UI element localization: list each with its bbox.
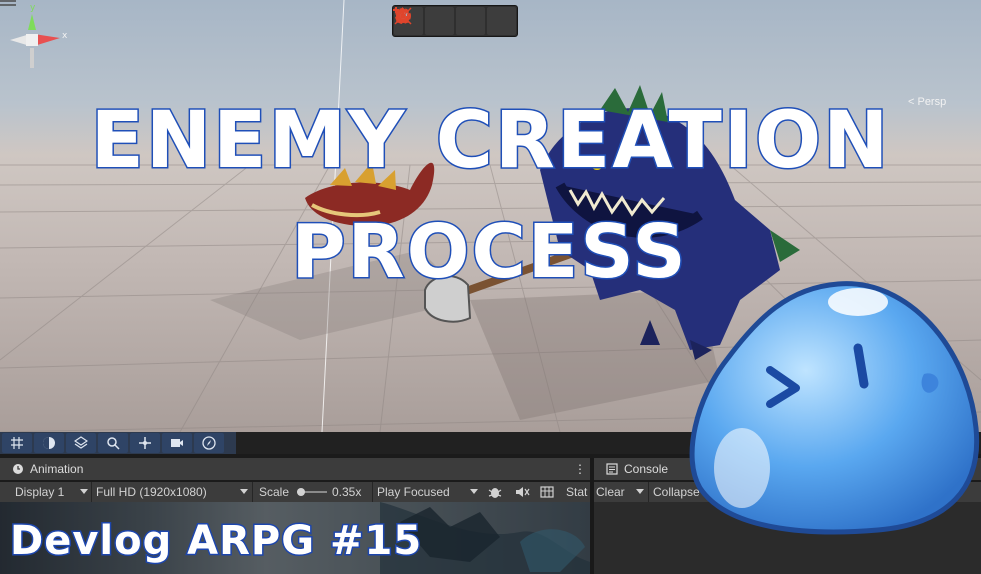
- slime-mascot-image: [689, 281, 980, 535]
- devlog-episode-title: Devlog ARPG #15: [8, 517, 423, 566]
- play-mode-arrow-icon: [470, 489, 478, 494]
- shading-button[interactable]: [34, 433, 64, 453]
- move-tool-button[interactable]: [130, 433, 160, 453]
- grid-toggle-button[interactable]: [2, 433, 32, 453]
- panel-menu-icon[interactable]: ⋮: [574, 462, 586, 476]
- display-dropdown-arrow-icon: [80, 489, 88, 494]
- move-icon: [139, 437, 151, 449]
- clear-dropdown-arrow-icon[interactable]: [636, 489, 644, 494]
- search-icon: [107, 437, 120, 450]
- gizmos-grid-icon[interactable]: [540, 486, 554, 498]
- mute-audio-icon[interactable]: [514, 486, 530, 498]
- scene-overlay-toolbar: [0, 432, 238, 454]
- tab-console-label: Console: [624, 462, 669, 476]
- tab-animation[interactable]: Animation ⋮: [0, 458, 590, 480]
- camera-button[interactable]: [162, 433, 192, 453]
- shading-icon: [43, 437, 55, 449]
- thumbnail-title-line-1: ENEMY CREATION: [89, 95, 891, 188]
- scale-label: Scale: [259, 485, 290, 499]
- stats-button[interactable]: Stat: [566, 485, 587, 499]
- scale-value: 0.35x: [332, 485, 362, 499]
- scale-slider[interactable]: [295, 487, 329, 497]
- search-button[interactable]: [98, 433, 128, 453]
- svg-text:y: y: [30, 3, 36, 13]
- layers-icon: [74, 436, 88, 449]
- tab-animation-label: Animation: [30, 462, 84, 476]
- resolution-dropdown[interactable]: Full HD (1920x1080): [96, 485, 207, 499]
- compass-icon: [202, 436, 216, 450]
- camera-icon: [171, 439, 183, 447]
- grid-icon: [11, 437, 23, 449]
- bug-icon[interactable]: [487, 485, 503, 499]
- clear-button[interactable]: Clear: [596, 485, 625, 499]
- settings-button[interactable]: [395, 7, 454, 35]
- game-view-toolbar: Display 1 Full HD (1920x1080) Scale 0.35…: [0, 482, 590, 502]
- svg-text:x: x: [62, 31, 68, 41]
- compass-button[interactable]: [194, 433, 224, 453]
- refresh-icon: [396, 7, 410, 23]
- scene-tools-toolbar: [392, 5, 518, 37]
- layers-button[interactable]: [66, 433, 96, 453]
- display-dropdown[interactable]: Display 1: [15, 485, 64, 499]
- orientation-gizmo[interactable]: y x: [0, 0, 80, 75]
- clock-icon: [13, 464, 23, 474]
- play-mode-dropdown[interactable]: Play Focused: [377, 485, 450, 499]
- pivot-button[interactable]: [394, 7, 485, 35]
- refresh-button[interactable]: [396, 7, 516, 35]
- console-icon: [606, 463, 618, 475]
- resolution-dropdown-arrow-icon: [240, 489, 248, 494]
